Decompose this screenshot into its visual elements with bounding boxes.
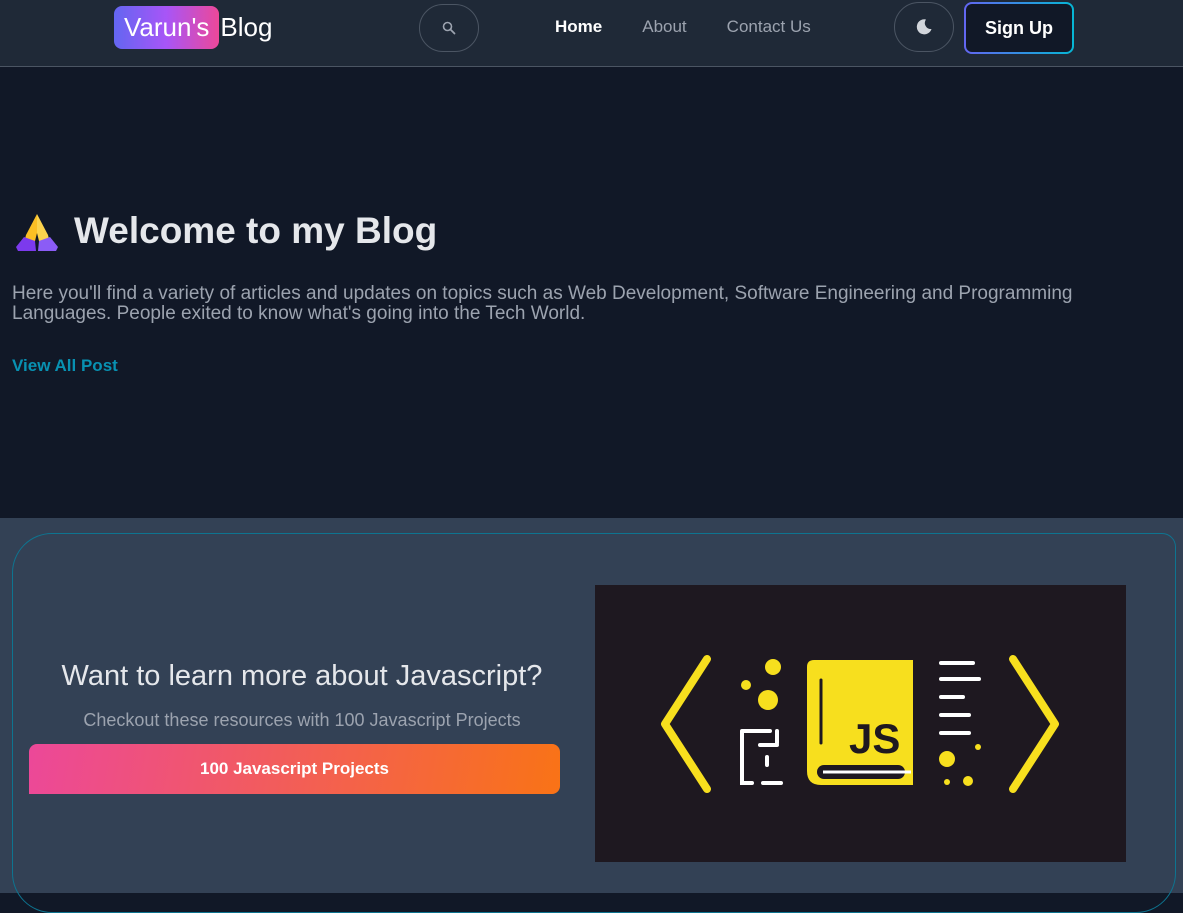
nav-link-home[interactable]: Home — [555, 17, 602, 37]
nav-link-about[interactable]: About — [642, 17, 686, 37]
signup-label: Sign Up — [966, 4, 1072, 52]
folded-hands-icon — [16, 214, 58, 251]
brand-logo[interactable]: Varun's Blog — [114, 6, 272, 49]
js-logo-text: JS — [849, 715, 900, 762]
theme-toggle-button[interactable] — [894, 2, 954, 52]
navbar: Varun's Blog Home About Contact Us Sign … — [0, 0, 1183, 67]
search-button[interactable] — [419, 4, 479, 52]
promo-card: Want to learn more about Javascript? Che… — [12, 533, 1176, 913]
brand-rest: Blog — [220, 12, 273, 42]
brand-highlight: Varun's — [114, 6, 220, 49]
hero-title: Welcome to my Blog — [14, 210, 437, 252]
signup-button[interactable]: Sign Up — [964, 2, 1074, 54]
hero-title-text: Welcome to my Blog — [74, 210, 438, 251]
nav-link-contact[interactable]: Contact Us — [727, 17, 811, 37]
javascript-banner-image: JS — [595, 585, 1126, 862]
promo-subtitle: Checkout these resources with 100 Javasc… — [83, 710, 521, 730]
view-all-posts-link[interactable]: View All Post — [12, 356, 118, 376]
search-icon — [442, 21, 456, 35]
promo-title: Want to learn more about Javascript? — [61, 660, 543, 692]
javascript-projects-button[interactable]: 100 Javascript Projects — [29, 744, 560, 794]
hero-section: Welcome to my Blog Here you'll find a va… — [0, 68, 1183, 518]
javascript-book-illustration: JS — [661, 655, 1059, 793]
promo-section: Want to learn more about Javascript? Che… — [0, 518, 1183, 913]
hero-description: Here you'll find a variety of articles a… — [12, 283, 1073, 324]
nav-links: Home About Contact Us — [555, 17, 811, 37]
moon-icon — [916, 19, 932, 35]
